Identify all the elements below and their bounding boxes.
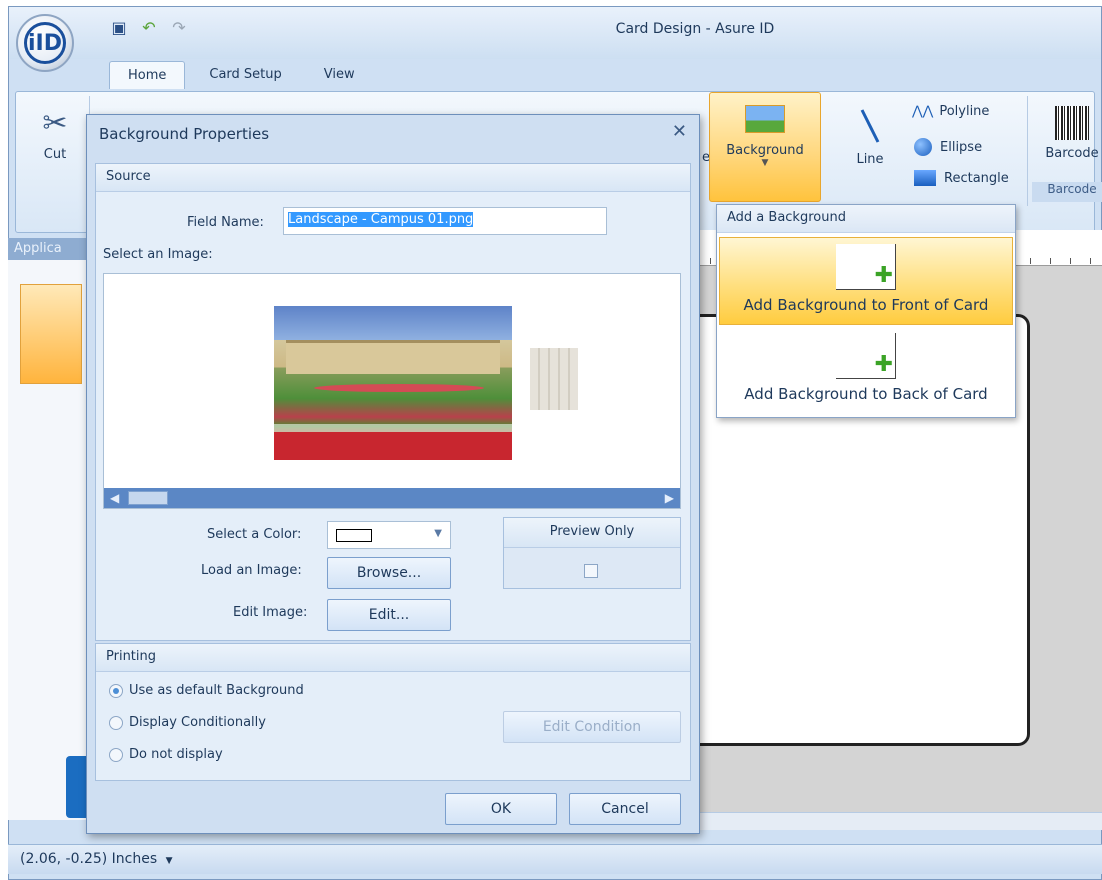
photo-flowerbed [314, 384, 484, 392]
line-icon [858, 106, 882, 146]
radio-button[interactable] [109, 715, 123, 730]
background-button[interactable]: Background ▼ [709, 92, 821, 202]
card-front-icon: ✚ [836, 244, 896, 290]
radio-label: Use as default Background [129, 683, 304, 698]
add-background-front-label: Add Background to Front of Card [743, 296, 989, 314]
gallery-scrollbar[interactable]: ◀ ▶ [104, 488, 680, 508]
field-name-input[interactable]: Landscape - Campus 01.png [283, 207, 607, 235]
background-menu-header: Add a Background [717, 205, 1015, 233]
field-name-label: Field Name: [187, 215, 264, 230]
add-background-back-item[interactable]: ✚ Add Background to Back of Card [719, 327, 1013, 415]
radio-do-not-display[interactable]: Do not display [109, 747, 223, 762]
tab-view[interactable]: View [306, 61, 373, 89]
add-background-back-label: Add Background to Back of Card [744, 385, 988, 403]
preview-only-checkbox[interactable] [584, 564, 598, 578]
select-color-label: Select a Color: [207, 527, 302, 542]
cut-label: Cut [43, 147, 67, 162]
radio-button[interactable] [109, 747, 123, 762]
coordinates-readout[interactable]: (2.06, -0.25) Inches ▼ [20, 851, 173, 867]
scroll-right-icon[interactable]: ▶ [665, 491, 674, 505]
scrollbar-thumb[interactable] [128, 491, 168, 505]
radio-label: Display Conditionally [129, 715, 266, 730]
background-properties-dialog: Background Properties ✕ Source Field Nam… [86, 114, 700, 834]
status-bar: (2.06, -0.25) Inches ▼ [8, 844, 1102, 874]
select-image-label: Select an Image: [103, 247, 213, 262]
coordinates-text: (2.06, -0.25) Inches [20, 851, 158, 867]
landscape-icon [745, 105, 785, 133]
preview-only-label: Preview Only [504, 518, 680, 548]
plus-icon: ✚ [874, 263, 893, 288]
barcode-button[interactable]: Barcode [1042, 106, 1102, 161]
radio-display-conditionally[interactable]: Display Conditionally [109, 715, 266, 730]
edit-image-label: Edit Image: [233, 605, 308, 620]
tab-card-setup[interactable]: Card Setup [191, 61, 299, 89]
photo-building [286, 340, 500, 374]
color-swatch [336, 529, 372, 542]
card-back-icon: ✚ [836, 333, 896, 379]
line-button[interactable]: Line [850, 106, 890, 167]
landscape-image-thumbnail[interactable] [274, 306, 512, 460]
color-select[interactable]: ▼ [327, 521, 451, 549]
sidebar-blue-icon[interactable] [66, 756, 88, 818]
plus-icon: ✚ [874, 352, 893, 377]
radio-button[interactable] [109, 683, 123, 698]
ok-button[interactable]: OK [445, 793, 557, 825]
chevron-down-icon: ▼ [761, 158, 769, 168]
tab-home[interactable]: Home [109, 61, 186, 89]
radio-label: Do not display [129, 747, 223, 762]
load-image-label: Load an Image: [201, 563, 302, 578]
barcode-group-label: Barcode [1032, 182, 1102, 202]
ribbon-tabs: Home Card Setup View [109, 61, 373, 89]
window-title: Card Design - Asure ID [615, 21, 775, 37]
app-menu-button[interactable]: iID [16, 14, 74, 72]
image-gallery[interactable]: ◀ ▶ [103, 273, 681, 509]
background-menu: Add a Background ✚ Add Background to Fro… [716, 204, 1016, 418]
radio-default-background[interactable]: Use as default Background [109, 683, 304, 698]
edit-button[interactable]: Edit... [327, 599, 451, 631]
ellipse-button[interactable]: Ellipse [914, 138, 982, 156]
barcode-icon [1055, 106, 1089, 140]
background-label: Background [726, 143, 804, 158]
title-bar: ▣ ↶ ↷ Card Design - Asure ID [9, 7, 1101, 59]
ellipse-icon [914, 138, 932, 156]
canvas-horizontal-scrollbar[interactable] [690, 812, 1102, 830]
chevron-down-icon: ▼ [434, 528, 442, 539]
polyline-icon: ⋀⋀ [912, 104, 934, 119]
app-logo: iID [24, 22, 66, 64]
dialog-title: Background Properties [99, 125, 270, 143]
printing-header: Printing [96, 644, 690, 672]
rectangle-label: Rectangle [944, 170, 1009, 186]
rectangle-icon [914, 170, 936, 186]
cut-button[interactable]: ✂ Cut [30, 106, 80, 162]
add-background-front-item[interactable]: ✚ Add Background to Front of Card [719, 237, 1013, 325]
scissors-icon: ✂ [42, 106, 68, 141]
preview-only-group: Preview Only [503, 517, 681, 589]
scroll-left-icon[interactable]: ◀ [110, 491, 119, 505]
polyline-button[interactable]: ⋀⋀ Polyline [912, 104, 989, 119]
polyline-label: Polyline [939, 104, 990, 119]
barcode-label: Barcode [1045, 146, 1099, 161]
sidebar-tab[interactable]: Applica [8, 238, 88, 260]
chevron-down-icon: ▼ [165, 856, 173, 866]
rectangle-button[interactable]: Rectangle [914, 170, 1009, 186]
ellipse-label: Ellipse [940, 139, 983, 155]
line-label: Line [856, 152, 884, 167]
sidebar-selected-item[interactable] [20, 284, 82, 384]
source-header: Source [96, 164, 690, 192]
browse-button[interactable]: Browse... [327, 557, 451, 589]
cancel-button[interactable]: Cancel [569, 793, 681, 825]
texture-image-thumbnail[interactable] [530, 348, 578, 410]
field-name-value: Landscape - Campus 01.png [288, 212, 474, 227]
edit-condition-button[interactable]: Edit Condition [503, 711, 681, 743]
photo-flowerbed-red [274, 432, 512, 460]
close-icon[interactable]: ✕ [672, 121, 687, 142]
